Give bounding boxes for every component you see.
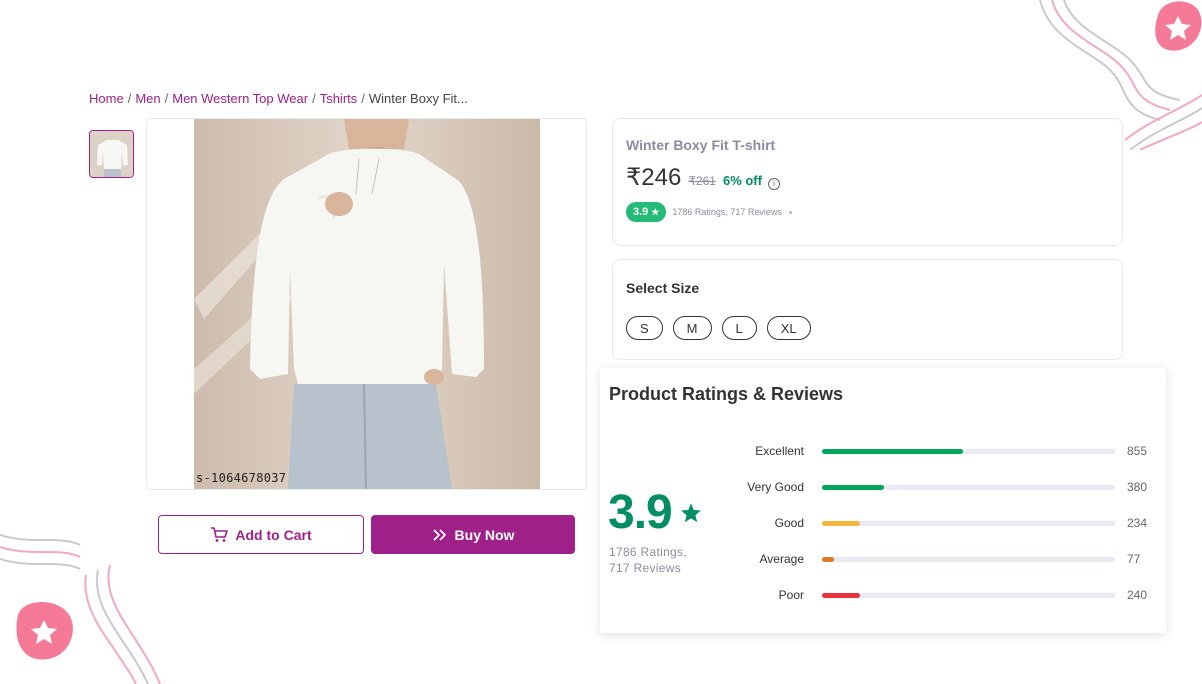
rating-bar-fill bbox=[822, 484, 884, 490]
cart-icon bbox=[211, 526, 229, 542]
breadcrumb-separator: / bbox=[361, 91, 365, 106]
product-image[interactable] bbox=[194, 119, 540, 489]
rating-bar-track bbox=[822, 520, 1115, 526]
product-thumbnail[interactable] bbox=[89, 130, 134, 178]
breadcrumb-men[interactable]: Men bbox=[135, 91, 160, 106]
product-info-card: Winter Boxy Fit T-shirt ₹246 ₹261 6% off… bbox=[612, 118, 1123, 246]
size-option-s[interactable]: S bbox=[626, 316, 663, 340]
reviews-title: Product Ratings & Reviews bbox=[609, 384, 844, 404]
rating-bar-count: 855 bbox=[1127, 444, 1148, 458]
rating-bar-label: Average bbox=[759, 552, 804, 566]
product-page: Home / Men / Men Western Top Wear / Tshirts / Wi… bbox=[0, 0, 1202, 684]
rating-bar-fill bbox=[822, 448, 963, 454]
add-to-cart-label: Add to Cart bbox=[235, 526, 312, 543]
overall-rating-meta: 1786 Ratings, 717 Reviews bbox=[609, 544, 687, 576]
size-selector-title: Select Size bbox=[626, 280, 700, 296]
breadcrumb-separator: / bbox=[164, 91, 169, 106]
breadcrumb-tshirts[interactable]: Tshirts bbox=[320, 91, 358, 106]
breadcrumb-separator: / bbox=[127, 91, 132, 106]
size-option-xl[interactable]: XL bbox=[766, 316, 811, 340]
breadcrumb-home[interactable]: Home bbox=[89, 91, 124, 106]
rating-badge: 3.9 ★ bbox=[626, 202, 667, 222]
rating-bar-track bbox=[822, 592, 1115, 598]
rating-bar-track bbox=[822, 556, 1115, 562]
breadcrumb-men-western-top-wear[interactable]: Men Western Top Wear bbox=[172, 91, 308, 106]
reviews-count: 717 Reviews bbox=[609, 561, 682, 575]
breadcrumb-separator: / bbox=[312, 91, 316, 106]
size-options: S M L XL bbox=[626, 316, 811, 340]
product-title: Winter Boxy Fit T-shirt bbox=[626, 137, 776, 153]
ratings-summary: 1786 Ratings, 717 Reviews bbox=[672, 207, 782, 217]
rating-bar-excellent: Excellent 855 bbox=[720, 444, 1160, 458]
rating-bar-fill bbox=[822, 556, 834, 562]
thumbnail-image bbox=[90, 131, 133, 177]
size-selector-card: Select Size S M L XL bbox=[612, 259, 1123, 360]
rating-bar-label: Very Good bbox=[747, 480, 804, 494]
rating-bar-track bbox=[822, 484, 1115, 490]
rating-bar-very-good: Very Good 380 bbox=[720, 480, 1160, 494]
rating-bar-track bbox=[822, 448, 1115, 454]
breadcrumb: Home / Men / Men Western Top Wear / Tshirts / Wi… bbox=[89, 91, 468, 106]
buy-now-button[interactable]: Buy Now bbox=[371, 515, 575, 554]
product-mrp: ₹261 bbox=[688, 174, 716, 188]
rating-bar-count: 380 bbox=[1127, 480, 1148, 494]
overall-rating: 3.9 bbox=[608, 485, 702, 540]
overall-rating-value: 3.9 bbox=[608, 486, 673, 539]
ratings-count: 1786 Ratings, bbox=[609, 545, 687, 559]
rating-bar-poor: Poor 240 bbox=[720, 588, 1160, 602]
rating-bar-label: Poor bbox=[778, 588, 804, 602]
add-to-cart-button[interactable]: Add to Cart bbox=[158, 515, 364, 554]
breadcrumb-current: Winter Boxy Fit... bbox=[368, 91, 468, 106]
rating-bar-label: Excellent bbox=[755, 444, 804, 458]
rating-bar-label: Good bbox=[774, 516, 804, 530]
rating-value: 3.9 bbox=[633, 206, 649, 218]
star-icon: ★ bbox=[651, 206, 660, 217]
double-chevron-right-icon bbox=[432, 528, 446, 541]
image-watermark: s-1064678037 bbox=[196, 471, 287, 485]
rating-bar-fill bbox=[822, 520, 861, 526]
star-icon bbox=[680, 502, 701, 522]
size-option-m[interactable]: M bbox=[672, 316, 712, 340]
rating-row: 3.9 ★ 1786 Ratings, 717 Reviews bbox=[626, 202, 792, 222]
rating-bar-fill bbox=[822, 592, 861, 598]
rating-bar-count: 240 bbox=[1127, 588, 1148, 602]
discount-label: 6% off bbox=[722, 173, 762, 188]
rating-bar-average: Average 77 bbox=[720, 552, 1160, 566]
ratings-reviews-card: Product Ratings & Reviews 3.9 1786 Ratin… bbox=[600, 368, 1166, 633]
product-price: ₹246 bbox=[626, 164, 682, 191]
decorative-swirl-bottom-left bbox=[0, 534, 161, 684]
rating-bar-good: Good 234 bbox=[720, 516, 1160, 530]
buy-now-label: Buy Now bbox=[454, 526, 515, 543]
price-row: ₹246 ₹261 6% off i bbox=[626, 163, 780, 192]
product-image-container: s-1064678037 bbox=[146, 118, 587, 490]
rating-bar-count: 234 bbox=[1127, 516, 1148, 530]
dot-separator bbox=[788, 210, 792, 214]
rating-bar-count: 77 bbox=[1127, 552, 1141, 566]
size-option-l[interactable]: L bbox=[721, 316, 757, 340]
info-icon[interactable]: i bbox=[767, 177, 780, 190]
